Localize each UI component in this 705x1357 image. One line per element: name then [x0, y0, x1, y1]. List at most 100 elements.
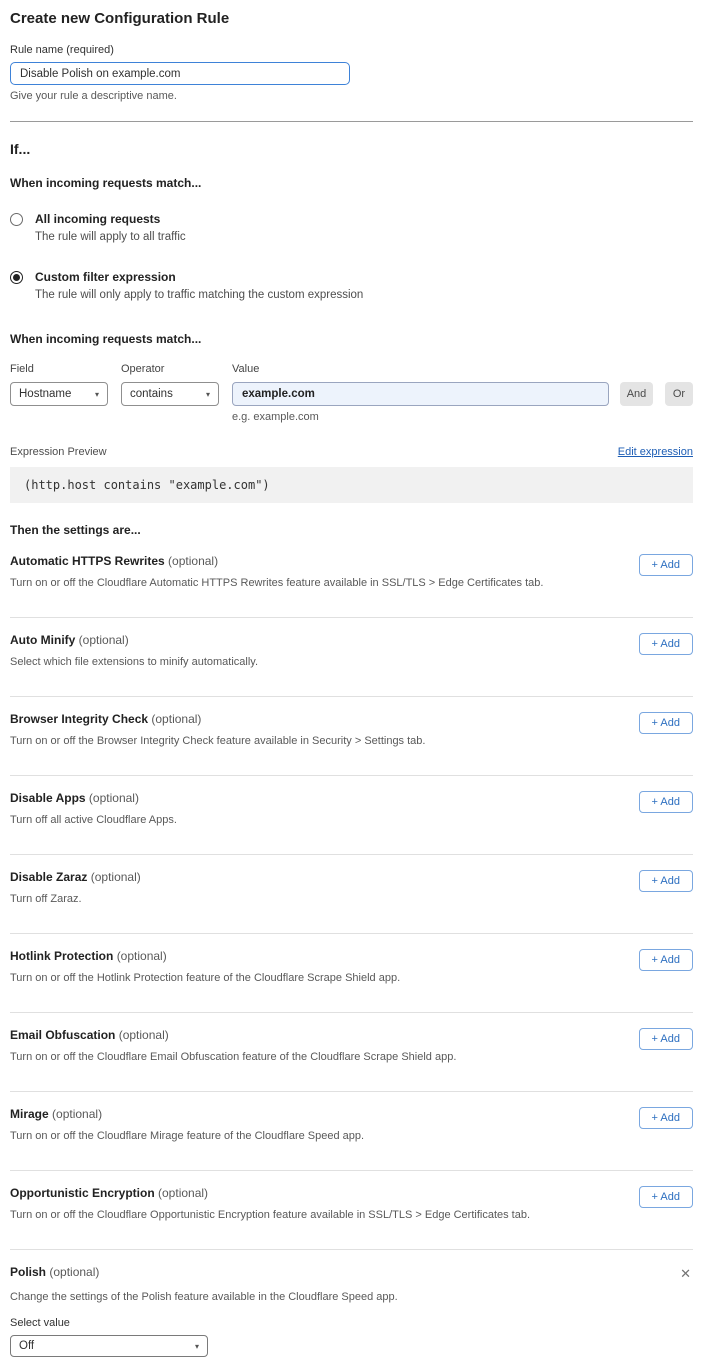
rule-name-input[interactable]: [10, 62, 350, 85]
setting-row: Email Obfuscation (optional) Turn on or …: [10, 1013, 693, 1092]
rule-name-helper: Give your rule a descriptive name.: [10, 90, 693, 102]
polish-select-value: Off: [19, 1340, 34, 1352]
setting-title: Automatic HTTPS Rewrites (optional): [10, 554, 543, 568]
field-select[interactable]: Hostname ▾: [10, 382, 108, 406]
add-button[interactable]: + Add: [639, 1186, 693, 1208]
radio-custom-filter-expression[interactable]: Custom filter expression The rule will o…: [10, 270, 693, 301]
expression-builder-row: Field Hostname ▾ Operator contains ▾ Val…: [10, 363, 693, 423]
chevron-down-icon: ▾: [195, 1342, 199, 1351]
setting-name: Auto Minify: [10, 633, 75, 647]
or-button[interactable]: Or: [665, 382, 693, 406]
radio-label: All incoming requests: [35, 212, 186, 226]
polish-value-select[interactable]: Off ▾: [10, 1335, 208, 1357]
setting-optional: (optional): [89, 791, 139, 805]
setting-optional: (optional): [168, 554, 218, 568]
value-input[interactable]: [232, 382, 609, 406]
setting-description: Turn off Zaraz.: [10, 893, 141, 905]
rule-name-label: Rule name (required): [10, 44, 693, 56]
radio-all-incoming-requests[interactable]: All incoming requests The rule will appl…: [10, 212, 693, 243]
and-button[interactable]: And: [620, 382, 653, 406]
setting-title: Opportunistic Encryption (optional): [10, 1186, 530, 1200]
setting-optional: (optional): [91, 870, 141, 884]
setting-description: Turn on or off the Cloudflare Automatic …: [10, 577, 543, 589]
setting-title: Browser Integrity Check (optional): [10, 712, 425, 726]
setting-title: Mirage (optional): [10, 1107, 364, 1121]
settings-list: Automatic HTTPS Rewrites (optional) Turn…: [10, 539, 693, 1250]
setting-title: Disable Apps (optional): [10, 791, 177, 805]
radio-icon[interactable]: [10, 271, 23, 284]
setting-name: Automatic HTTPS Rewrites: [10, 554, 165, 568]
setting-name: Disable Zaraz: [10, 870, 87, 884]
if-heading: If...: [10, 141, 693, 157]
setting-optional: (optional): [151, 712, 201, 726]
then-heading: Then the settings are...: [10, 523, 693, 537]
close-icon[interactable]: ✕: [678, 1265, 693, 1282]
expression-preview-code: (http.host contains "example.com"): [10, 467, 693, 503]
setting-optional: (optional): [49, 1265, 99, 1279]
setting-name: Browser Integrity Check: [10, 712, 148, 726]
setting-optional: (optional): [79, 633, 129, 647]
setting-optional: (optional): [117, 949, 167, 963]
radio-description: The rule will only apply to traffic matc…: [35, 289, 363, 301]
setting-name: Email Obfuscation: [10, 1028, 115, 1042]
setting-row: Opportunistic Encryption (optional) Turn…: [10, 1171, 693, 1250]
setting-row: Browser Integrity Check (optional) Turn …: [10, 697, 693, 776]
setting-description: Change the settings of the Polish featur…: [10, 1291, 693, 1303]
operator-select-value: contains: [130, 388, 173, 400]
add-button[interactable]: + Add: [639, 1028, 693, 1050]
value-label: Value: [232, 363, 609, 375]
setting-optional: (optional): [158, 1186, 208, 1200]
setting-title: Polish (optional): [10, 1265, 99, 1279]
setting-name: Polish: [10, 1265, 46, 1279]
setting-title: Hotlink Protection (optional): [10, 949, 400, 963]
field-select-value: Hostname: [19, 388, 71, 400]
chevron-down-icon: ▾: [95, 390, 99, 399]
setting-row: Auto Minify (optional) Select which file…: [10, 618, 693, 697]
operator-label: Operator: [121, 363, 219, 375]
setting-description: Turn on or off the Browser Integrity Che…: [10, 735, 425, 747]
page-title: Create new Configuration Rule: [10, 10, 693, 27]
setting-title: Auto Minify (optional): [10, 633, 258, 647]
radio-icon[interactable]: [10, 213, 23, 226]
builder-heading: When incoming requests match...: [10, 332, 693, 346]
setting-optional: (optional): [52, 1107, 102, 1121]
setting-description: Turn on or off the Cloudflare Email Obfu…: [10, 1051, 456, 1063]
add-button[interactable]: + Add: [639, 870, 693, 892]
setting-row: Automatic HTTPS Rewrites (optional) Turn…: [10, 539, 693, 618]
radio-label: Custom filter expression: [35, 270, 363, 284]
add-button[interactable]: + Add: [639, 1107, 693, 1129]
edit-expression-link[interactable]: Edit expression: [618, 446, 693, 458]
setting-row: Disable Zaraz (optional) Turn off Zaraz.…: [10, 855, 693, 934]
chevron-down-icon: ▾: [206, 390, 210, 399]
setting-name: Disable Apps: [10, 791, 86, 805]
add-button[interactable]: + Add: [639, 554, 693, 576]
setting-row: Mirage (optional) Turn on or off the Clo…: [10, 1092, 693, 1171]
add-button[interactable]: + Add: [639, 712, 693, 734]
setting-description: Turn on or off the Cloudflare Opportunis…: [10, 1209, 530, 1221]
add-button[interactable]: + Add: [639, 791, 693, 813]
setting-title: Email Obfuscation (optional): [10, 1028, 456, 1042]
add-button[interactable]: + Add: [639, 949, 693, 971]
match-type-radio-group: All incoming requests The rule will appl…: [10, 212, 693, 301]
select-value-label: Select value: [10, 1317, 693, 1329]
setting-name: Mirage: [10, 1107, 49, 1121]
setting-row-polish: Polish (optional) ✕ Change the settings …: [10, 1250, 693, 1357]
field-label: Field: [10, 363, 108, 375]
setting-row: Hotlink Protection (optional) Turn on or…: [10, 934, 693, 1013]
match-heading: When incoming requests match...: [10, 176, 693, 190]
setting-optional: (optional): [119, 1028, 169, 1042]
setting-description: Turn off all active Cloudflare Apps.: [10, 814, 177, 826]
setting-title: Disable Zaraz (optional): [10, 870, 141, 884]
setting-description: Select which file extensions to minify a…: [10, 656, 258, 668]
radio-description: The rule will apply to all traffic: [35, 231, 186, 243]
expression-preview-label: Expression Preview: [10, 446, 107, 458]
setting-name: Hotlink Protection: [10, 949, 113, 963]
setting-description: Turn on or off the Hotlink Protection fe…: [10, 972, 400, 984]
value-helper: e.g. example.com: [232, 411, 609, 423]
section-divider: [10, 121, 693, 122]
setting-row: Disable Apps (optional) Turn off all act…: [10, 776, 693, 855]
setting-name: Opportunistic Encryption: [10, 1186, 155, 1200]
add-button[interactable]: + Add: [639, 633, 693, 655]
setting-description: Turn on or off the Cloudflare Mirage fea…: [10, 1130, 364, 1142]
operator-select[interactable]: contains ▾: [121, 382, 219, 406]
